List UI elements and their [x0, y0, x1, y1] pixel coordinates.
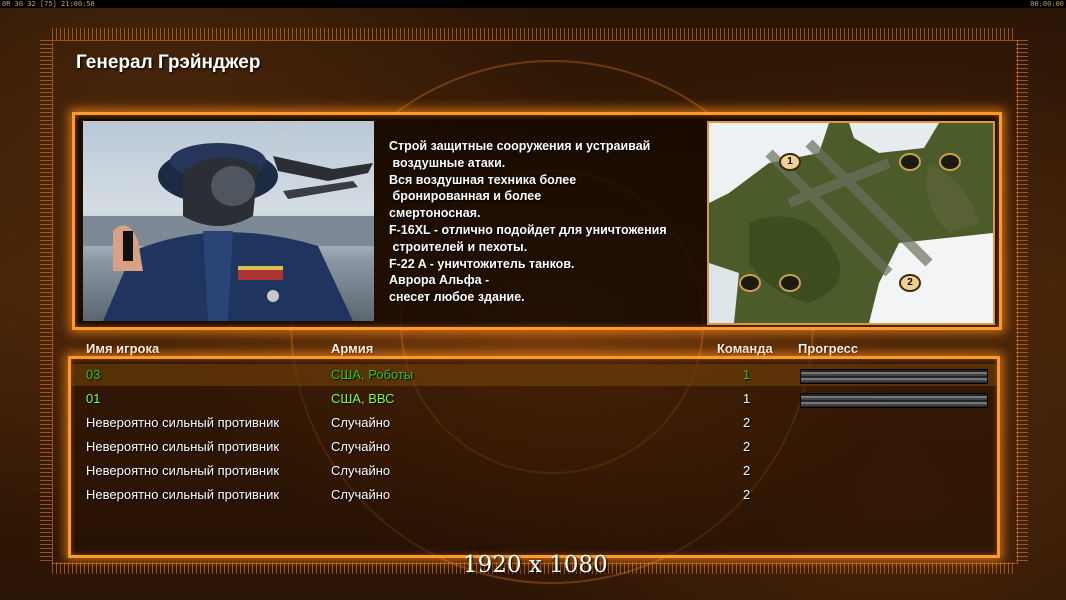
player-row[interactable]: Невероятно сильный противник Случайно 2	[71, 460, 997, 482]
player-army: Случайно	[331, 439, 391, 454]
player-army: США, Роботы	[331, 367, 414, 382]
minimap-marker-2[interactable]: 2	[899, 274, 921, 292]
player-army: Случайно	[331, 415, 391, 430]
minimap[interactable]: 1 2	[707, 121, 995, 325]
minimap-start-slot[interactable]	[899, 153, 921, 171]
minimap-start-slot[interactable]	[779, 274, 801, 292]
player-row[interactable]: 01 США, ВВС 1	[71, 388, 997, 410]
player-row[interactable]: Невероятно сильный противник Случайно 2	[71, 436, 997, 458]
player-team: 2	[743, 415, 751, 430]
general-info-panel: Строй защитные сооружения и устраивай во…	[72, 112, 1002, 330]
frame-ticks-left	[40, 40, 52, 562]
resolution-label: 1920 x 1080	[463, 552, 608, 578]
header-player-name: Имя игрока	[86, 341, 160, 356]
minimap-marker-2-label: 2	[907, 277, 913, 288]
player-name: 03	[86, 367, 101, 382]
status-left: 0R 30 32 [75] 21:00:50	[2, 0, 95, 8]
player-row[interactable]: 03 США, Роботы 1	[71, 364, 997, 386]
player-team: 2	[743, 439, 751, 454]
player-team: 2	[743, 487, 751, 502]
header-team: Команда	[717, 341, 773, 356]
player-team: 2	[743, 463, 751, 478]
header-army: Армия	[331, 341, 374, 356]
player-row[interactable]: Невероятно сильный противник Случайно 2	[71, 412, 997, 434]
player-name: Невероятно сильный противник	[86, 439, 280, 454]
minimap-marker-1-label: 1	[787, 156, 793, 167]
minimap-start-slot[interactable]	[739, 274, 761, 292]
player-army: Случайно	[331, 463, 391, 478]
player-table-header: Имя игрока Армия Команда Прогресс	[0, 341, 1066, 357]
player-army: США, ВВС	[331, 391, 395, 406]
pilot-portrait-image	[83, 121, 374, 321]
player-name: 01	[86, 391, 101, 406]
general-portrait	[83, 121, 374, 321]
player-row[interactable]: Невероятно сильный противник Случайно 2	[71, 484, 997, 506]
general-title: Генерал Грэйнджер	[76, 52, 261, 73]
player-name: Невероятно сильный противник	[86, 463, 280, 478]
player-list-panel: 03 США, Роботы 1 01 США, ВВС 1 Невероятн…	[68, 356, 1000, 558]
status-bar: 0R 30 32 [75] 21:00:50 00:00:00	[0, 0, 1066, 8]
general-description: Строй защитные сооружения и устраивай во…	[389, 139, 667, 305]
status-right: 00:00:00	[1030, 0, 1064, 8]
player-team: 1	[743, 367, 751, 382]
player-team: 1	[743, 391, 751, 406]
progress-bar	[800, 393, 988, 408]
minimap-marker-1[interactable]: 1	[779, 153, 801, 171]
header-progress: Прогресс	[798, 341, 859, 356]
player-name: Невероятно сильный противник	[86, 487, 280, 502]
minimap-start-slot[interactable]	[939, 153, 961, 171]
frame-ticks-top	[52, 28, 1016, 40]
progress-bar	[800, 369, 988, 384]
player-name: Невероятно сильный противник	[86, 415, 280, 430]
player-army: Случайно	[331, 487, 391, 502]
